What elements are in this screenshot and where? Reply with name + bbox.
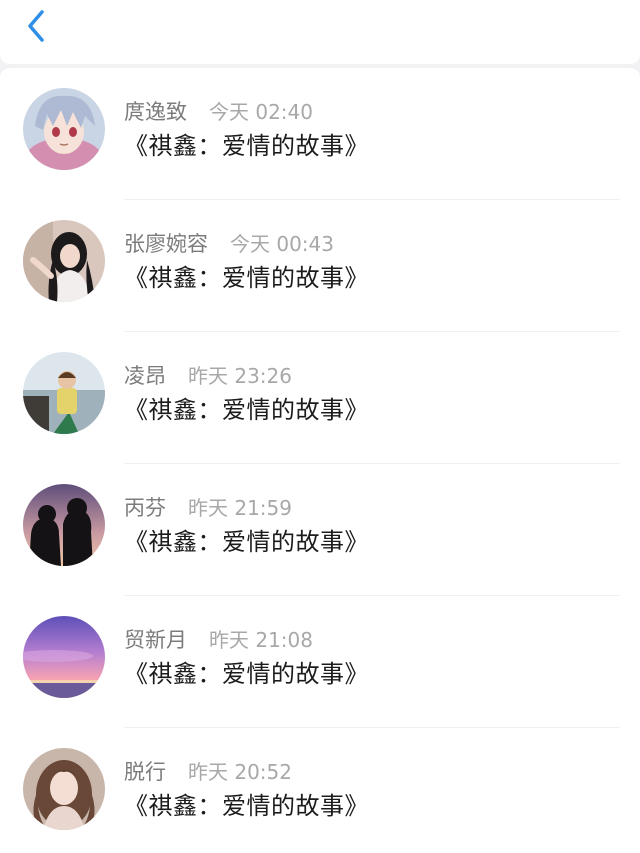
comment-text: 《祺鑫：爱情的故事》	[124, 528, 369, 556]
user-name[interactable]: 张廖婉容	[124, 232, 208, 256]
back-button[interactable]	[18, 6, 58, 46]
comment-meta: 丙芬 昨天 21:59	[124, 494, 292, 522]
top-nav-bar	[0, 0, 640, 64]
user-name[interactable]: 贸新月	[124, 628, 187, 652]
user-name[interactable]: 脱行	[124, 760, 166, 784]
timestamp: 昨天 21:59	[188, 496, 292, 520]
comment-text: 《祺鑫：爱情的故事》	[124, 396, 369, 424]
timestamp: 今天 00:43	[230, 232, 334, 256]
chevron-left-icon	[28, 10, 44, 42]
comment-meta: 贸新月 昨天 21:08	[124, 626, 313, 654]
comment-meta: 凌昂 昨天 23:26	[124, 362, 292, 390]
avatar[interactable]	[23, 748, 105, 830]
list-item[interactable]: 贸新月 昨天 21:08 《祺鑫：爱情的故事》	[0, 596, 640, 728]
list-item[interactable]: 脱行 昨天 20:52 《祺鑫：爱情的故事》	[0, 728, 640, 853]
list-item[interactable]: 凌昂 昨天 23:26 《祺鑫：爱情的故事》	[0, 332, 640, 464]
list-item[interactable]: 张廖婉容 今天 00:43 《祺鑫：爱情的故事》	[0, 200, 640, 332]
avatar[interactable]	[23, 352, 105, 434]
list-item[interactable]: 庹逸致 今天 02:40 《祺鑫：爱情的故事》	[0, 68, 640, 200]
comment-meta: 脱行 昨天 20:52	[124, 758, 292, 786]
user-name[interactable]: 庹逸致	[124, 100, 187, 124]
timestamp: 今天 02:40	[209, 100, 313, 124]
comment-list: 庹逸致 今天 02:40 《祺鑫：爱情的故事》 张廖婉容 今天 00:43 《祺鑫：…	[0, 68, 640, 853]
user-name[interactable]: 凌昂	[124, 364, 166, 388]
avatar[interactable]	[23, 616, 105, 698]
list-item[interactable]: 丙芬 昨天 21:59 《祺鑫：爱情的故事》	[0, 464, 640, 596]
timestamp: 昨天 23:26	[188, 364, 292, 388]
comment-text: 《祺鑫：爱情的故事》	[124, 792, 369, 820]
comment-meta: 庹逸致 今天 02:40	[124, 98, 313, 126]
comment-meta: 张廖婉容 今天 00:43	[124, 230, 334, 258]
comment-text: 《祺鑫：爱情的故事》	[124, 132, 369, 160]
comment-text: 《祺鑫：爱情的故事》	[124, 264, 369, 292]
avatar[interactable]	[23, 220, 105, 302]
user-name[interactable]: 丙芬	[124, 496, 166, 520]
comment-text: 《祺鑫：爱情的故事》	[124, 660, 369, 688]
avatar[interactable]	[23, 484, 105, 566]
timestamp: 昨天 21:08	[209, 628, 313, 652]
timestamp: 昨天 20:52	[188, 760, 292, 784]
avatar[interactable]	[23, 88, 105, 170]
